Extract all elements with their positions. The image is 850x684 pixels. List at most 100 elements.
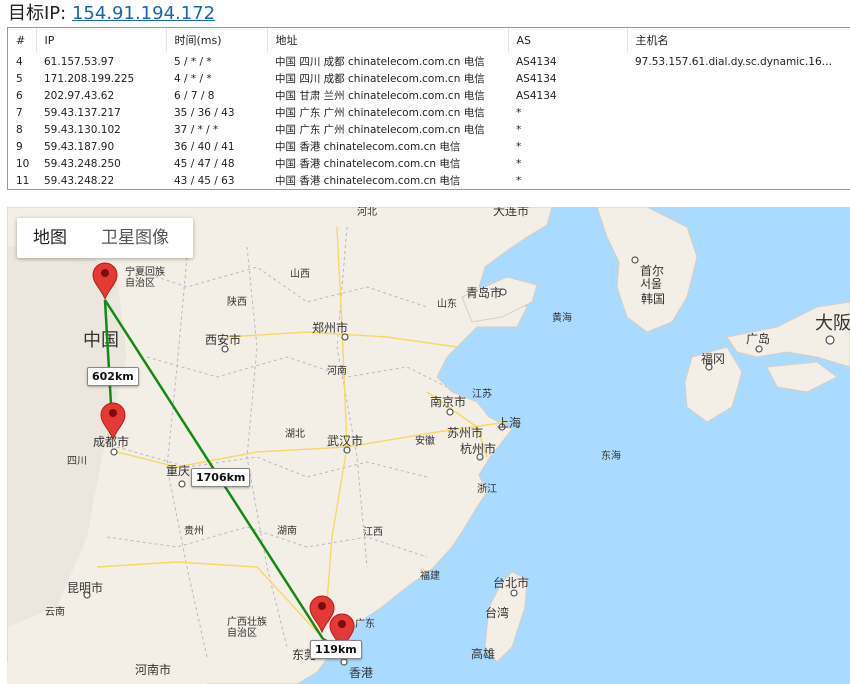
table-body: 4 61.157.53.97 5 / * / * 中国 四川 成都 chinatele… xyxy=(8,53,850,190)
table-cell: 10 xyxy=(16,157,30,170)
table-cell: 中国 香港 chinatelecom.com.cn 电信 xyxy=(275,141,461,153)
table-row[interactable]: 4 61.157.53.97 5 / * / * 中国 四川 成都 chinatele… xyxy=(8,53,850,71)
table-cell: * xyxy=(516,106,522,119)
table-cell: 7 xyxy=(16,106,23,119)
column-header[interactable]: 主机名 xyxy=(627,28,850,53)
table-row[interactable]: 10 59.43.248.250 45 / 47 / 48 中国 香港 chinate… xyxy=(8,155,850,172)
traceroute-table: # IP 时间(ms) 地址 AS 主机名 4 61.157.53.97 5 / * / * 中… xyxy=(7,27,850,190)
region-label-hubei: 湖北 xyxy=(285,428,305,440)
table-cell: 43 / 45 / 63 xyxy=(174,174,235,187)
table-cell xyxy=(627,121,850,138)
table-cell: 45 / 47 / 48 xyxy=(174,157,235,170)
sea-label-east: 东海 xyxy=(601,449,621,462)
table-cell xyxy=(627,70,850,87)
region-label-jiangxi: 江西 xyxy=(363,526,383,538)
city-label-zhengzhou: 郑州市 xyxy=(312,320,348,335)
region-label-yunnan: 云南 xyxy=(45,605,65,618)
city-label-xian: 西安市 xyxy=(205,332,241,347)
column-header[interactable]: IP xyxy=(36,28,167,53)
table-row[interactable]: 9 59.43.187.90 36 / 40 / 41 中国 香港 chinatele… xyxy=(8,138,850,155)
table-cell: 8 xyxy=(16,123,23,136)
route-map[interactable]: 河北 山西 陕西 山东 河南 江苏 安徽 湖北 浙江 四川 贵州 湖南 江西 福… xyxy=(7,207,850,684)
distance-label-1706: 1706km xyxy=(191,468,251,487)
table-cell: * xyxy=(516,123,522,136)
city-label-suzhou: 苏州市 xyxy=(447,425,483,440)
table-cell: 37 / * / * xyxy=(174,123,219,136)
table-cell: * xyxy=(516,157,522,170)
city-label-shanghai: 上海 xyxy=(497,415,521,430)
table-cell: 中国 广东 广州 chinatelecom.com.cn 电信 xyxy=(275,107,485,119)
table-cell: * xyxy=(516,140,522,153)
table-cell: 中国 香港 chinatelecom.com.cn 电信 xyxy=(275,158,461,170)
table-cell: 35 / 36 / 43 xyxy=(174,106,235,119)
target-ip-link[interactable]: 154.91.194.172 xyxy=(72,3,215,24)
city-label-korea: 韩国 xyxy=(641,291,665,306)
table-row[interactable]: 6 202.97.43.62 6 / 7 / 8 中国 甘肃 兰州 chinatele… xyxy=(8,87,850,104)
city-label-taiwan: 台湾 xyxy=(485,605,509,620)
table-row[interactable]: 8 59.43.130.102 37 / * / * 中国 广东 广州 chinate… xyxy=(8,121,850,138)
table-cell: 4 xyxy=(16,55,23,68)
table-cell: 36 / 40 / 41 xyxy=(174,140,235,153)
region-label-hunan: 湖南 xyxy=(277,524,297,537)
map-type-satellite-button[interactable]: 卫星图像 xyxy=(67,218,169,258)
city-label-chengdu: 成都市 xyxy=(93,434,129,449)
region-label-hebei: 河北 xyxy=(357,207,377,218)
table-cell: 11 xyxy=(16,174,30,187)
table-cell xyxy=(627,87,850,104)
table-cell: 中国 香港 chinatelecom.com.cn 电信 xyxy=(275,175,461,187)
region-label-sichuan: 四川 xyxy=(67,456,87,467)
table-row[interactable]: 5 171.208.199.225 4 / * / * 中国 四川 成都 chinat… xyxy=(8,70,850,87)
map-type-control: 地图 卫星图像 xyxy=(17,218,193,258)
city-label-kunming: 昆明市 xyxy=(67,580,103,595)
table-cell: 中国 四川 成都 chinatelecom.com.cn 电信 xyxy=(275,73,485,85)
column-header[interactable]: 时间(ms) xyxy=(166,28,268,53)
city-label-china: 中国 xyxy=(83,330,119,351)
region-label-zhejiang: 浙江 xyxy=(477,483,497,495)
sea-label-yellow: 黄海 xyxy=(552,311,572,324)
city-label-chongqing: 重庆 xyxy=(166,464,190,478)
map-canvas[interactable]: 河北 山西 陕西 山东 河南 江苏 安徽 湖北 浙江 四川 贵州 湖南 江西 福… xyxy=(7,207,850,684)
city-label-nanjing: 南京市 xyxy=(430,394,466,409)
distance-label-119: 119km xyxy=(310,640,362,659)
map-type-map-button[interactable]: 地图 xyxy=(17,218,67,258)
table-cell xyxy=(627,172,850,189)
column-header[interactable]: AS xyxy=(508,28,628,53)
city-label-hiroshima: 广岛 xyxy=(746,331,770,346)
table-cell: 中国 广东 广州 chinatelecom.com.cn 电信 xyxy=(275,124,485,136)
region-label-anhui: 安徽 xyxy=(415,434,435,447)
city-label-hangzhou: 杭州市 xyxy=(460,441,496,456)
distance-label-602: 602km xyxy=(87,367,139,386)
city-label-osaka: 大阪 xyxy=(815,313,850,334)
city-label-henan-city: 河南市 xyxy=(135,662,171,677)
region-label-shanxi: 山西 xyxy=(290,268,310,280)
table-cell: 97.53.157.61.dial.dy.sc.dynamic.16… xyxy=(635,55,833,68)
column-header[interactable]: # xyxy=(8,28,37,53)
table-row[interactable]: 11 59.43.248.22 43 / 45 / 63 中国 香港 chinatel… xyxy=(8,172,850,189)
region-label-shaanxi: 陕西 xyxy=(227,295,247,308)
table-header-row: # IP 时间(ms) 地址 AS 主机名 xyxy=(8,28,850,53)
table-cell xyxy=(627,155,850,172)
table-cell: AS4134 xyxy=(516,89,557,102)
table-cell: 6 xyxy=(16,89,23,102)
target-ip-label: 目标IP: xyxy=(8,3,67,24)
table-cell: 59.43.248.22 xyxy=(44,174,115,187)
region-label-jiangsu: 江苏 xyxy=(472,387,492,400)
table-cell: 59.43.187.90 xyxy=(44,140,115,153)
region-label-shandong: 山东 xyxy=(437,297,457,310)
table-cell: 中国 四川 成都 chinatelecom.com.cn 电信 xyxy=(275,56,485,68)
table-cell: 202.97.43.62 xyxy=(44,89,115,102)
table-row[interactable]: 7 59.43.137.217 35 / 36 / 43 中国 广东 广州 china… xyxy=(8,104,850,121)
city-label-hongkong: 香港 xyxy=(349,666,373,680)
city-label-kaohsiung: 高雄 xyxy=(471,646,495,661)
city-label-dalian: 大连市 xyxy=(493,207,529,218)
city-label-qingdao: 青岛市 xyxy=(466,285,502,300)
table-cell: 59.43.130.102 xyxy=(44,123,121,136)
region-label-guizhou: 贵州 xyxy=(184,524,204,537)
table-cell: AS4134 xyxy=(516,55,557,68)
city-label-taipei: 台北市 xyxy=(493,575,529,590)
table-cell: 5 / * / * xyxy=(174,55,212,68)
column-header[interactable]: 地址 xyxy=(267,28,509,53)
table-cell: AS4134 xyxy=(516,72,557,85)
table-cell: 9 xyxy=(16,140,23,153)
region-label-guangdong: 广东 xyxy=(355,617,375,630)
